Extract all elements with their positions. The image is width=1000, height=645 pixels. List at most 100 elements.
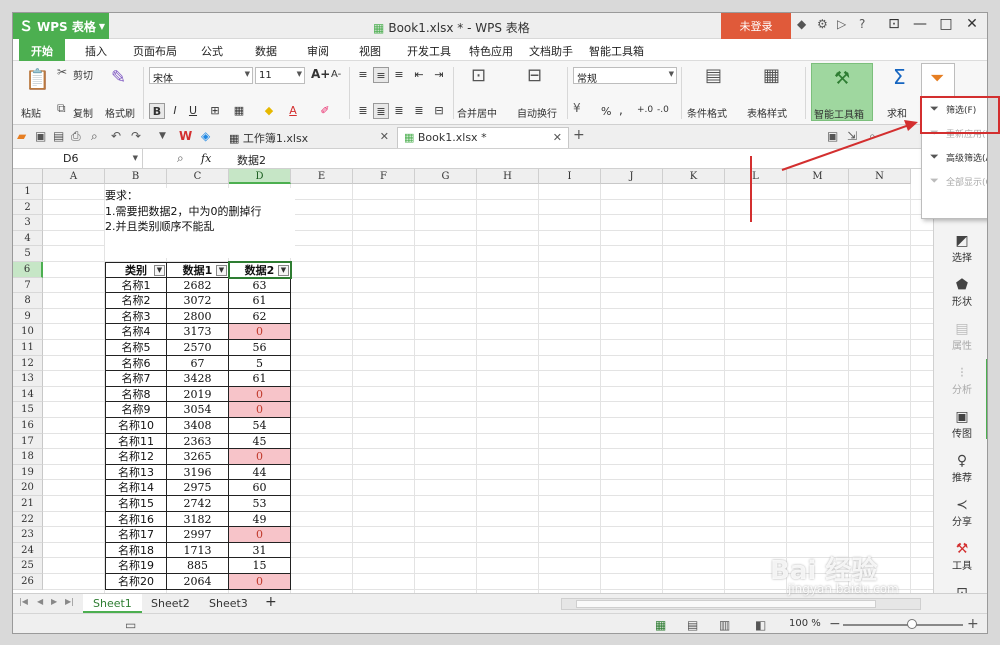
row-header[interactable]: 25: [13, 558, 43, 574]
tab-special-apps[interactable]: 特色应用: [469, 43, 513, 59]
table-cell[interactable]: 2019: [167, 386, 229, 403]
table-cell[interactable]: 2064: [167, 574, 229, 590]
table-cell[interactable]: 5: [229, 355, 291, 372]
column-header[interactable]: E: [291, 169, 353, 184]
table-cell[interactable]: 3054: [167, 402, 229, 418]
row-header[interactable]: 15: [13, 402, 43, 418]
font-name-select[interactable]: 宋体 ▼: [149, 67, 253, 85]
table-cell[interactable]: 1713: [167, 542, 229, 559]
table-cell[interactable]: 名称6: [105, 355, 167, 372]
row-header[interactable]: 16: [13, 418, 43, 434]
sheet-tab-sheet1[interactable]: Sheet1: [83, 594, 142, 613]
row-header[interactable]: 14: [13, 386, 43, 403]
row-header[interactable]: 23: [13, 527, 43, 543]
table-cell[interactable]: 名称7: [105, 371, 167, 387]
menu-item-advanced-filter[interactable]: ⏷ 高级筛选(A: [922, 146, 987, 168]
align-left-icon[interactable]: ≣: [355, 103, 371, 119]
table-cell[interactable]: 3408: [167, 418, 229, 434]
window-arrange-icon[interactable]: ▣: [827, 129, 838, 143]
column-header[interactable]: A: [43, 169, 105, 184]
align-right-icon[interactable]: ≣: [391, 103, 407, 119]
layout-icon[interactable]: ▭: [125, 618, 136, 632]
table-cell[interactable]: 3428: [167, 371, 229, 387]
reading-mode-icon[interactable]: ◧: [755, 618, 766, 632]
wrap-text-icon[interactable]: ⊟: [527, 65, 542, 86]
eraser-icon[interactable]: ✐: [317, 103, 333, 119]
table-cell[interactable]: 54: [229, 418, 291, 434]
table-cell[interactable]: 45: [229, 433, 291, 450]
add-sheet-button[interactable]: +: [255, 594, 287, 613]
table-cell[interactable]: 名称14: [105, 480, 167, 496]
page-break-view-icon[interactable]: ▤: [687, 618, 698, 632]
row-header[interactable]: 8: [13, 293, 43, 309]
table-cell[interactable]: 2800: [167, 308, 229, 325]
sidebar-item[interactable]: ≺ 分享: [934, 497, 987, 528]
scissors-icon[interactable]: ✂: [57, 65, 67, 79]
fx-icon[interactable]: fx: [201, 152, 211, 165]
align-bottom-icon[interactable]: ≡: [391, 67, 407, 83]
table-cell[interactable]: 名称11: [105, 433, 167, 450]
row-header[interactable]: 11: [13, 340, 43, 356]
row-header[interactable]: 10: [13, 324, 43, 340]
undo-icon[interactable]: ↶: [111, 129, 121, 143]
font-shrink-button[interactable]: A-: [331, 69, 341, 80]
column-header[interactable]: L: [725, 169, 787, 184]
table-cell[interactable]: 44: [229, 464, 291, 481]
table-cell[interactable]: 名称1: [105, 277, 167, 294]
sidebar-item[interactable]: ◩ 选择: [934, 233, 987, 264]
table-cell[interactable]: 60: [229, 480, 291, 496]
wps-w-icon[interactable]: W: [179, 129, 192, 143]
column-header[interactable]: D: [229, 169, 291, 184]
table-cell[interactable]: 31: [229, 542, 291, 559]
table-cell[interactable]: 56: [229, 340, 291, 356]
table-cell[interactable]: 62: [229, 308, 291, 325]
close-button[interactable]: ✕: [959, 16, 985, 32]
row-header[interactable]: 12: [13, 355, 43, 372]
copy-icon[interactable]: ⧉: [57, 101, 66, 116]
column-header[interactable]: J: [601, 169, 663, 184]
minimize-button[interactable]: —: [907, 16, 933, 32]
sidebar-collapse-handle[interactable]: [986, 359, 987, 439]
close-tab-icon[interactable]: ✕: [553, 131, 562, 144]
maximize-button[interactable]: □: [933, 16, 959, 32]
row-header[interactable]: 2: [13, 199, 43, 216]
column-header[interactable]: I: [539, 169, 601, 184]
table-cell[interactable]: 0: [229, 402, 291, 418]
underline-button[interactable]: U: [185, 103, 201, 119]
table-cell[interactable]: 2363: [167, 433, 229, 450]
font-grow-button[interactable]: A+: [311, 67, 330, 81]
align-top-icon[interactable]: ≡: [355, 67, 371, 83]
spreadsheet-grid[interactable]: ABCDEFGHIJKLMN 1 2 3 4 5 6 7 8 9 10 11 12 13 14 15 16 17…: [13, 169, 933, 593]
table-cell[interactable]: 3072: [167, 293, 229, 309]
save-icon[interactable]: ▣: [35, 129, 46, 143]
paste-icon[interactable]: 📋: [25, 67, 50, 91]
popout-icon[interactable]: ⇲: [847, 129, 857, 143]
tab-doc-assistant[interactable]: 文档助手: [529, 43, 573, 59]
font-color-icon[interactable]: A: [285, 103, 301, 119]
prev-sheet-icon[interactable]: ◀: [37, 597, 43, 606]
justify-icon[interactable]: ≣: [411, 103, 427, 119]
sheet-tab-sheet2[interactable]: Sheet2: [141, 594, 200, 613]
zoom-in-button[interactable]: +: [967, 616, 979, 632]
feedback-icon[interactable]: ▷: [837, 17, 846, 31]
table-cell[interactable]: 0: [229, 574, 291, 590]
row-header[interactable]: 13: [13, 371, 43, 387]
restore-ribbon-icon[interactable]: ⊡: [881, 16, 907, 32]
decimal-increase-button[interactable]: +.0: [637, 105, 653, 115]
table-style-button[interactable]: 表格样式: [747, 105, 787, 120]
redo-icon[interactable]: ↷: [131, 129, 141, 143]
format-painter-button[interactable]: 格式刷: [105, 105, 135, 120]
column-header[interactable]: F: [353, 169, 415, 184]
zoom-search-icon[interactable]: ⌕: [177, 151, 184, 166]
table-cell[interactable]: 3196: [167, 464, 229, 481]
table-cell[interactable]: 名称19: [105, 558, 167, 574]
paste-button[interactable]: 粘贴: [21, 105, 41, 120]
align-middle-icon[interactable]: ≡: [373, 67, 389, 83]
zoom-level[interactable]: 100 %: [789, 618, 821, 629]
tab-developer[interactable]: 开发工具: [407, 43, 451, 59]
zoom-out-button[interactable]: −: [829, 616, 841, 632]
tab-page-layout[interactable]: 页面布局: [133, 43, 177, 59]
indent-decrease-icon[interactable]: ⇤: [411, 67, 427, 83]
column-header[interactable]: N: [849, 169, 911, 184]
column-header[interactable]: M: [787, 169, 849, 184]
